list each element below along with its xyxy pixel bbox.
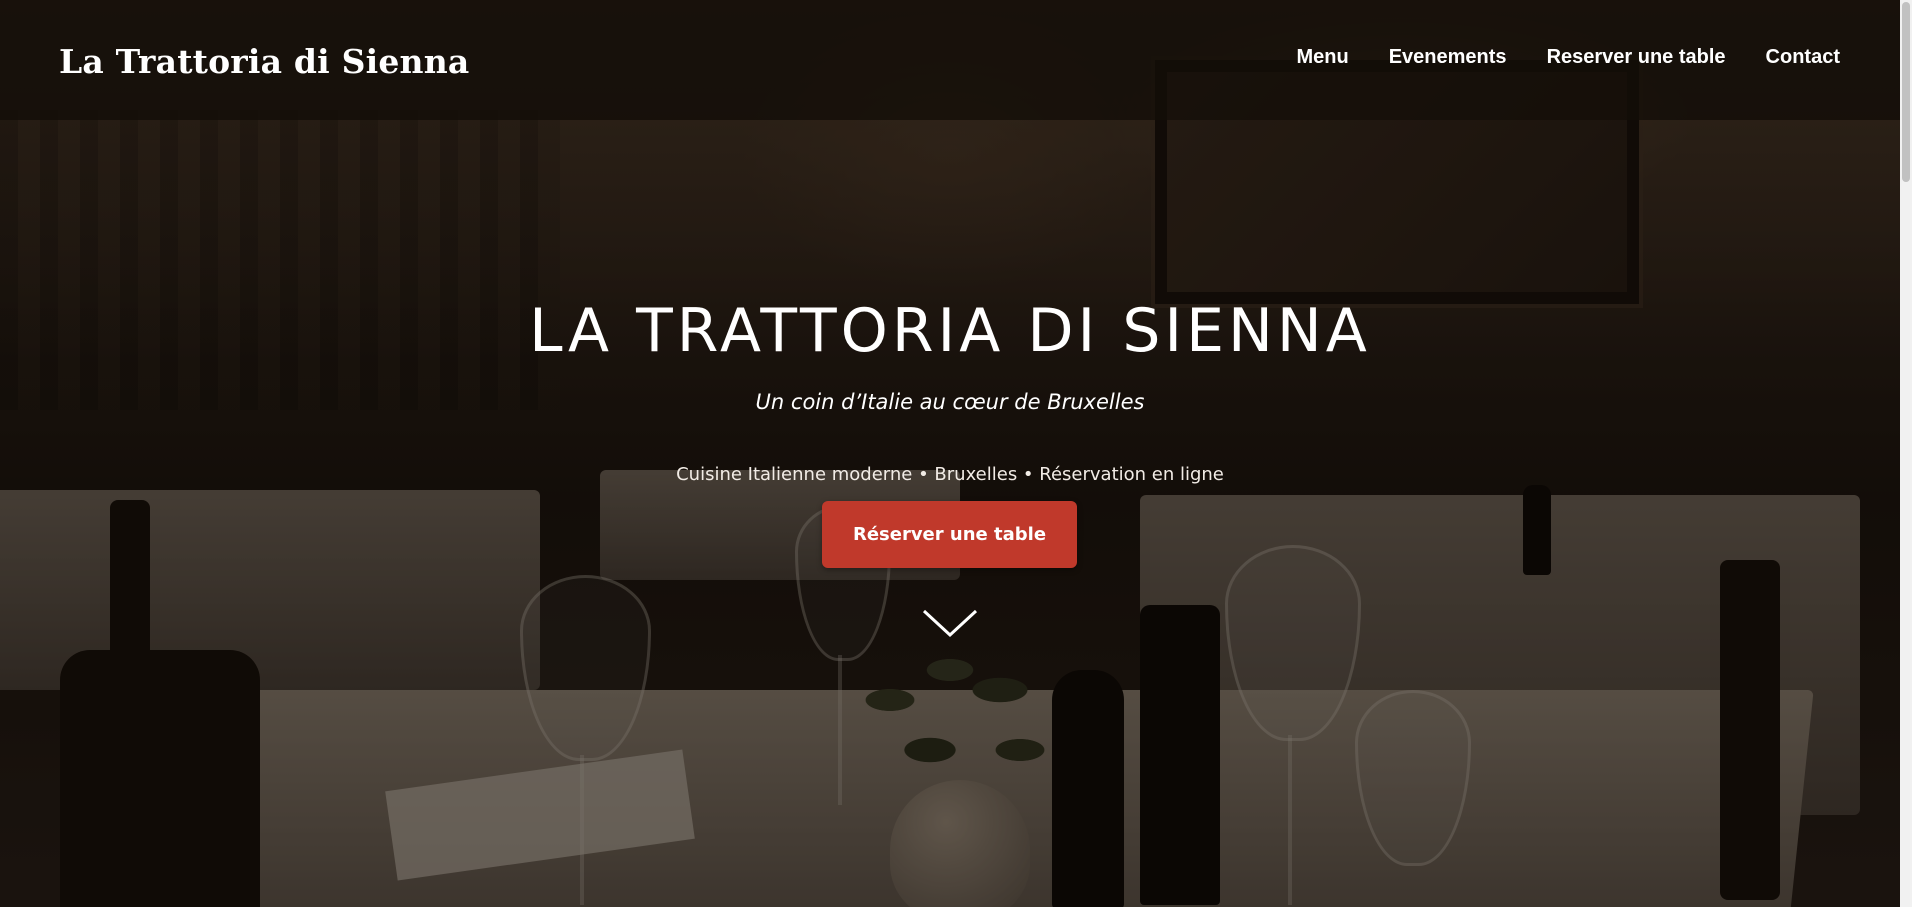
reserve-table-button[interactable]: Réserver une table	[822, 501, 1077, 568]
page: La Trattoria di Sienna Menu Evenements R…	[0, 0, 1912, 907]
hero-section: LA TRATTORIA DI SIENNA Un coin d’Italie …	[0, 0, 1900, 907]
hero-title: LA TRATTORIA DI SIENNA	[529, 296, 1371, 366]
page-scrollbar[interactable]	[1900, 0, 1912, 907]
hero-tagline: Cuisine Italienne moderne • Bruxelles • …	[676, 464, 1224, 485]
chevron-down-icon[interactable]	[920, 605, 980, 641]
scrollbar-thumb[interactable]	[1902, 2, 1910, 182]
hero-subtitle: Un coin d’Italie au cœur de Bruxelles	[755, 390, 1145, 414]
